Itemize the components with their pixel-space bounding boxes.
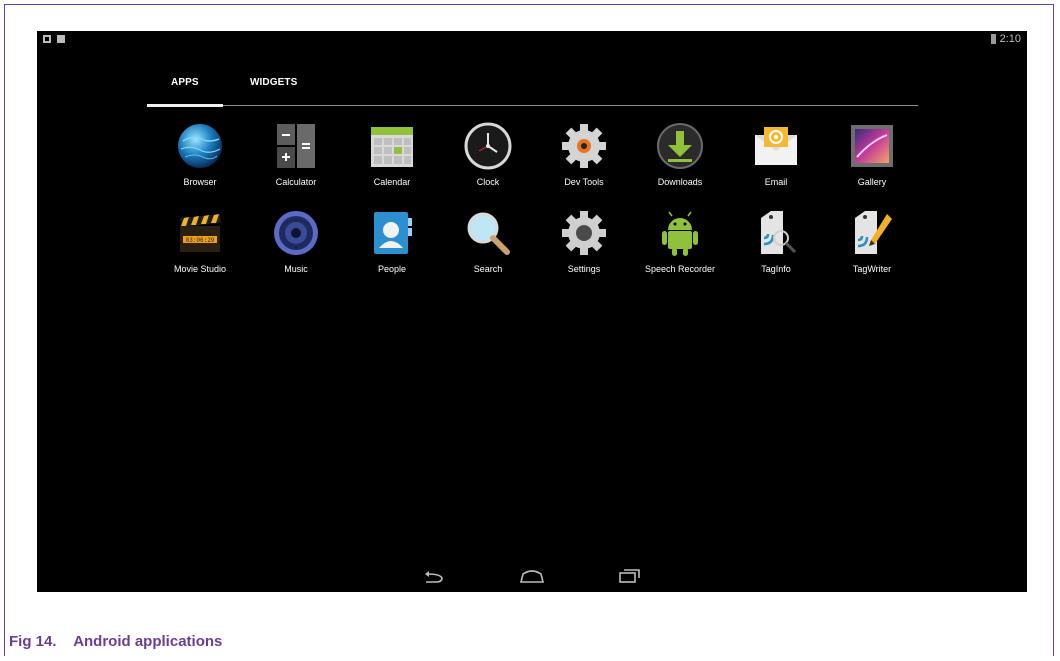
app-label: Dev Tools <box>564 177 604 187</box>
app-label: Movie Studio <box>173 264 227 274</box>
app-people[interactable]: People <box>352 208 432 274</box>
app-music[interactable]: Music <box>256 208 336 274</box>
app-clock[interactable]: Clock <box>448 121 528 187</box>
app-label: Email <box>764 177 788 187</box>
app-calendar[interactable]: Calendar <box>352 121 432 187</box>
app-dev-tools[interactable]: Dev Tools <box>544 121 624 187</box>
app-email[interactable]: Email <box>736 121 816 187</box>
app-movie-studio[interactable]: 03:06:29 Movie Studio <box>160 208 240 274</box>
clock-icon <box>464 122 512 170</box>
notification-icon <box>43 35 51 43</box>
app-search[interactable]: Search <box>448 208 528 274</box>
navigation-bar <box>37 562 1027 592</box>
app-label: People <box>377 264 407 274</box>
status-area: 2:10 <box>990 33 1021 45</box>
battery-icon <box>990 34 996 44</box>
notification-icons <box>43 35 65 43</box>
back-icon[interactable] <box>420 566 450 586</box>
app-downloads[interactable]: Downloads <box>640 121 720 187</box>
app-label: Settings <box>567 264 601 274</box>
settings-icon <box>562 211 606 255</box>
app-label: Music <box>284 264 308 274</box>
app-label: Browser <box>183 177 217 187</box>
email-icon <box>755 127 797 165</box>
app-label: Calendar <box>373 177 411 187</box>
app-label: TagWriter <box>852 264 892 274</box>
recents-icon[interactable] <box>614 566 644 586</box>
taginfo-icon <box>761 211 797 254</box>
tagwriter-icon <box>855 211 892 254</box>
app-label: Speech Recorder <box>644 264 716 274</box>
figure-caption: Fig 14. Android applications <box>9 633 222 650</box>
people-icon <box>374 212 412 254</box>
speech-recorder-icon <box>662 211 698 256</box>
app-speech-recorder[interactable]: Speech Recorder <box>640 208 720 274</box>
search-icon <box>467 212 510 255</box>
app-settings[interactable]: Settings <box>544 208 624 274</box>
calendar-icon <box>371 127 413 167</box>
tab-bar: APPS WIDGETS <box>147 71 918 107</box>
gallery-icon <box>851 125 893 167</box>
app-label: Clock <box>476 177 500 187</box>
app-browser[interactable]: Browser <box>160 121 240 187</box>
app-label: Calculator <box>275 177 317 187</box>
clock-time: 2:10 <box>999 33 1021 45</box>
app-label: Downloads <box>657 177 703 187</box>
browser-icon <box>178 124 222 168</box>
app-tagwriter[interactable]: TagWriter <box>832 208 912 274</box>
svg-text:03:06:29: 03:06:29 <box>186 237 215 244</box>
app-label: Search <box>473 264 503 274</box>
downloads-icon <box>657 123 703 169</box>
notification-icon <box>57 35 65 43</box>
dev-tools-icon <box>562 124 606 168</box>
music-icon <box>274 211 318 255</box>
app-label: Gallery <box>857 177 887 187</box>
app-gallery[interactable]: Gallery <box>832 121 912 187</box>
tab-widgets[interactable]: WIDGETS <box>250 77 297 88</box>
movie-studio-icon: 03:06:29 <box>180 214 221 252</box>
app-taginfo[interactable]: TagInfo <box>736 208 816 274</box>
tab-apps[interactable]: APPS <box>171 77 199 88</box>
calculator-icon <box>277 124 315 168</box>
home-icon[interactable] <box>517 566 547 586</box>
android-screen: 2:10 APPS WIDGETS Browser Calculator Cal… <box>37 31 1027 592</box>
app-calculator[interactable]: Calculator <box>256 121 336 187</box>
tab-indicator <box>147 104 223 107</box>
figure-number: Fig 14. <box>9 633 57 650</box>
figure-title: Android applications <box>73 633 223 650</box>
app-label: TagInfo <box>761 264 791 274</box>
